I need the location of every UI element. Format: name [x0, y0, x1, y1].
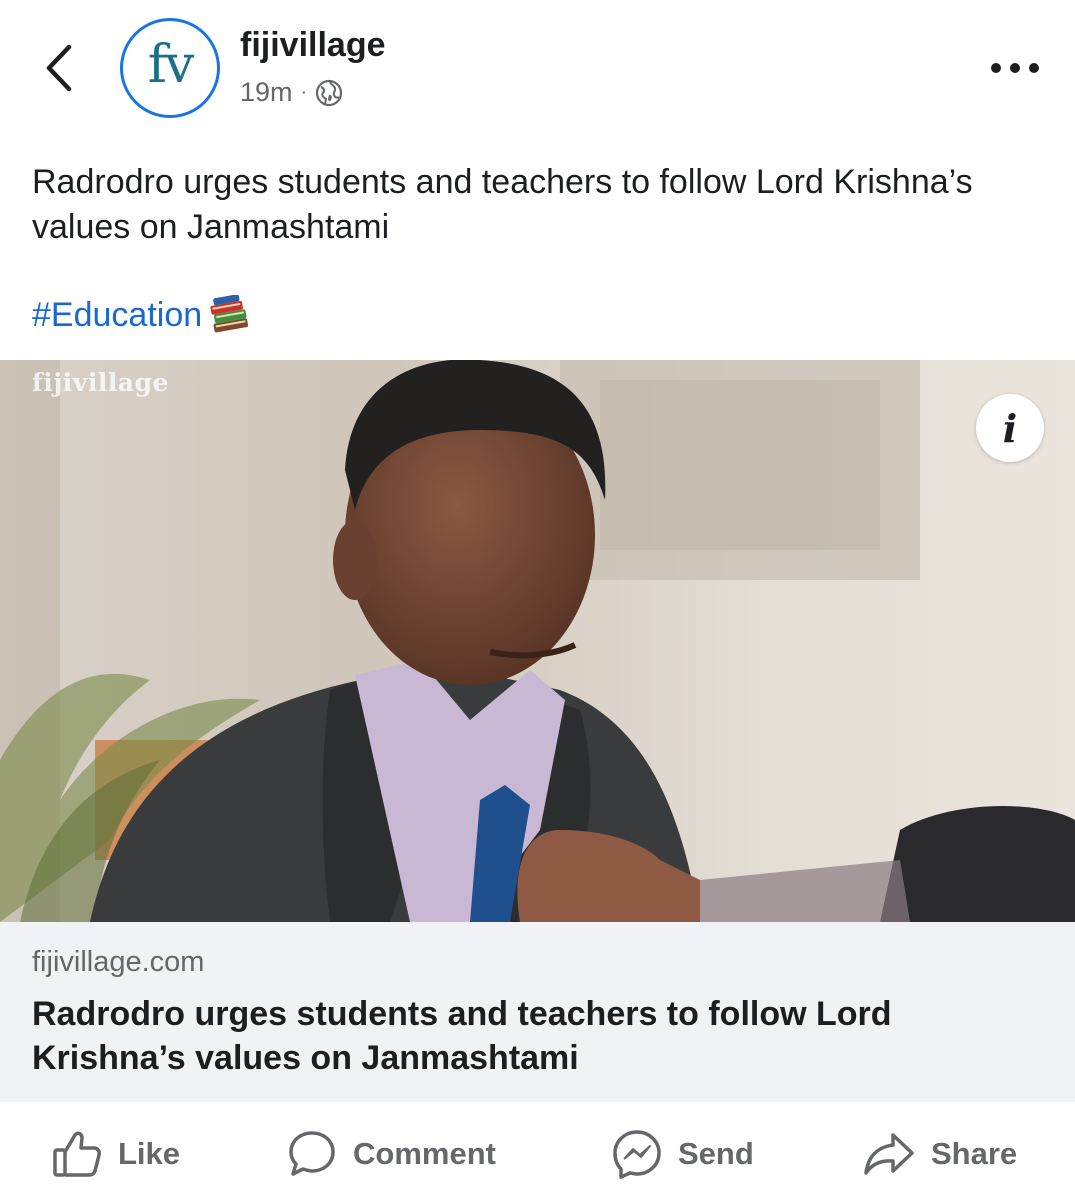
share-button[interactable]: Share — [863, 1126, 1017, 1182]
link-preview-card[interactable]: fijivillage.com Radrodro urges students … — [0, 922, 1075, 1102]
meta-separator: · — [300, 81, 308, 103]
post-meta: 19m · — [240, 77, 343, 108]
messenger-icon — [613, 1130, 661, 1179]
post-header: fv fijivillage 19m · — [0, 0, 1075, 140]
books-emoji-icon — [210, 295, 249, 333]
page-avatar[interactable]: fv — [120, 18, 220, 118]
more-options-button[interactable] — [985, 50, 1045, 86]
share-arrow-icon — [864, 1133, 914, 1175]
hashtag-link[interactable]: #Education — [32, 295, 250, 335]
article-photo-image — [0, 360, 1075, 922]
like-button[interactable]: Like — [52, 1126, 180, 1182]
hashtag-text[interactable]: #Education — [32, 296, 202, 335]
share-label: Share — [931, 1136, 1018, 1171]
post-timestamp[interactable]: 19m — [240, 77, 293, 108]
like-label: Like — [118, 1136, 181, 1171]
post-actions-bar: Like Comment Send Share — [0, 1104, 1075, 1200]
send-button[interactable]: Send — [612, 1126, 754, 1182]
more-dots-icon — [991, 63, 1039, 73]
thumbs-up-icon — [53, 1131, 101, 1177]
send-label: Send — [678, 1136, 754, 1171]
link-title: Radrodro urges students and teachers to … — [32, 995, 892, 1077]
comment-bubble-icon — [289, 1131, 335, 1176]
page-name[interactable]: fijivillage — [240, 26, 386, 65]
post-body-text: Radrodro urges students and teachers to … — [32, 163, 973, 246]
chevron-left-icon — [46, 44, 72, 92]
photo-watermark: fijivillage — [32, 368, 169, 397]
comment-label: Comment — [353, 1136, 496, 1171]
info-button[interactable]: i — [976, 394, 1044, 462]
back-button[interactable] — [38, 40, 78, 96]
comment-button[interactable]: Comment — [287, 1126, 496, 1182]
link-domain: fijivillage.com — [32, 946, 205, 978]
avatar-logo-text: fv — [147, 35, 195, 95]
globe-icon — [316, 79, 343, 106]
article-photo[interactable]: fijivillage i — [0, 360, 1075, 922]
